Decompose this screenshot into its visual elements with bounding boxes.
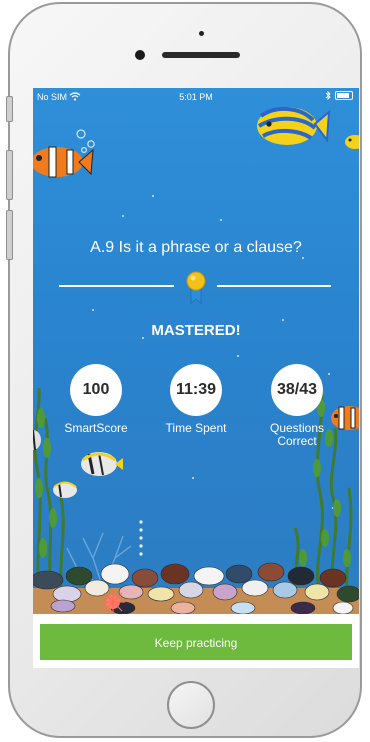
sea-urchin-icon xyxy=(101,590,125,614)
stat-value-time-spent: 11:39 xyxy=(170,364,222,416)
angelfish-icon xyxy=(257,107,331,145)
striped-fish-partial-icon xyxy=(33,429,41,451)
stat-value-smartscore: 100 xyxy=(70,364,122,416)
status-icons xyxy=(325,91,353,100)
bottom-panel: Keep practicing xyxy=(33,614,359,668)
home-button[interactable] xyxy=(167,681,215,729)
volume-down-button xyxy=(6,210,13,260)
status-bar: No SIM 5:01 PM xyxy=(33,88,359,106)
stat-label-questions-correct: Questions Correct xyxy=(269,421,325,448)
front-sensor-icon xyxy=(199,31,204,36)
bluetooth-icon xyxy=(325,91,331,100)
stat-time-spent: 11:39 Time Spent xyxy=(151,364,241,435)
butterflyfish-small-icon xyxy=(53,481,77,498)
clownfish-icon xyxy=(33,146,94,178)
app-screen: No SIM 5:01 PM A.9 Is it a phrase or a c… xyxy=(33,88,359,668)
butterflyfish-icon xyxy=(81,452,123,476)
medal-icon xyxy=(186,271,206,304)
stat-label-smartscore: SmartScore xyxy=(64,421,128,435)
mastery-status: MASTERED! xyxy=(151,322,241,339)
stat-value-questions-correct: 38/43 xyxy=(271,364,323,416)
speaker-grille xyxy=(162,52,240,58)
divider-right xyxy=(217,285,331,287)
stat-smartscore: 100 SmartScore xyxy=(51,364,141,435)
camera-icon xyxy=(135,50,145,60)
stat-questions-correct: 38/43 Questions Correct xyxy=(251,364,343,448)
battery-icon xyxy=(335,91,353,100)
keep-practicing-button[interactable]: Keep practicing xyxy=(40,624,352,660)
skill-title: A.9 Is it a phrase or a clause? xyxy=(90,239,302,256)
stat-label-time-spent: Time Spent xyxy=(165,421,227,435)
divider-left xyxy=(59,285,174,287)
volume-up-button xyxy=(6,150,13,200)
clock-label: 5:01 PM xyxy=(179,92,213,102)
small-yellow-fish-icon xyxy=(345,135,359,149)
mute-switch xyxy=(6,96,13,122)
